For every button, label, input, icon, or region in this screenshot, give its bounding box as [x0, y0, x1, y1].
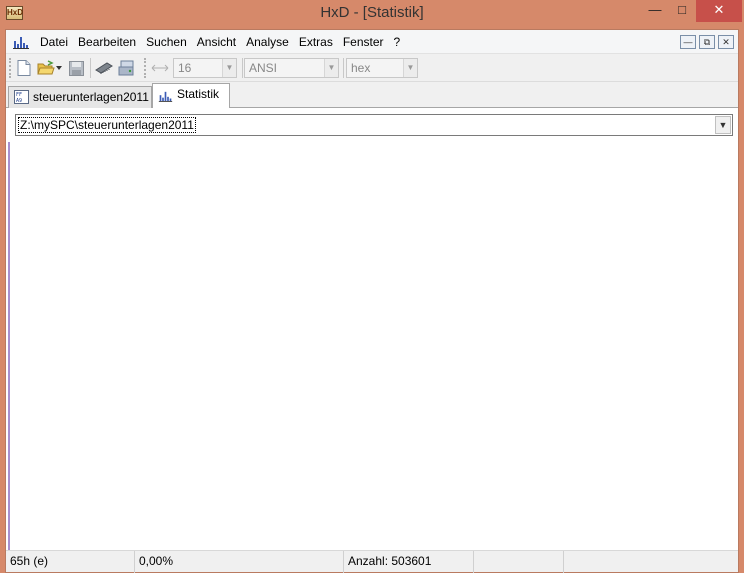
status-byte: 65h (e) — [6, 551, 135, 573]
chevron-down-icon[interactable]: ▼ — [715, 116, 731, 134]
minimize-button[interactable]: — — [642, 0, 668, 22]
document-tabs: FF A9 steuerunterlagen2011 Statistik — [6, 82, 738, 109]
status-empty-1 — [474, 551, 564, 573]
status-empty-2 — [564, 551, 738, 573]
toolbar-separator — [242, 58, 243, 78]
chevron-down-icon: ▼ — [222, 59, 236, 77]
tab-steuerunterlagen2011[interactable]: FF A9 steuerunterlagen2011 — [8, 86, 152, 108]
maximize-button[interactable]: □ — [668, 0, 696, 22]
hxd-window: HxD HxD - [Statistik] — □ ✕ Datei Bearbe… — [0, 0, 744, 573]
bytes-per-row-value: 16 — [178, 61, 192, 75]
close-button[interactable]: ✕ — [696, 0, 742, 22]
mdi-minimize-button[interactable]: — — [680, 35, 696, 49]
bytes-per-row-icon-button — [150, 58, 170, 78]
save-button[interactable] — [66, 58, 86, 78]
offset-base-select[interactable]: hex ▼ — [346, 58, 418, 78]
bytes-per-row-select[interactable]: 16 ▼ — [173, 58, 237, 78]
open-ram-button[interactable] — [94, 58, 114, 78]
statistics-chart-icon[interactable] — [12, 35, 30, 49]
chevron-down-icon — [56, 66, 62, 70]
status-count: Anzahl: 503601 — [344, 551, 474, 573]
toolbar-separator — [343, 58, 344, 78]
mdi-restore-button[interactable]: ⧉ — [699, 35, 715, 49]
open-file-button[interactable] — [36, 58, 56, 78]
status-bar: 65h (e) 0,00% Anzahl: 503601 — [6, 550, 738, 573]
toolbar-separator — [90, 58, 91, 78]
menu-help[interactable]: ? — [389, 35, 406, 49]
statistics-panel: Z:\mySPC\steuerunterlagen2011 ▼ — [6, 108, 738, 550]
menu-analyse[interactable]: Analyse — [241, 35, 294, 49]
open-folder-icon — [37, 60, 55, 75]
menu-items: Datei Bearbeiten Suchen Ansicht Analyse … — [35, 35, 405, 49]
toolbar-grip[interactable] — [144, 58, 147, 78]
window-title: HxD - [Statistik] — [320, 4, 424, 21]
new-file-icon — [17, 60, 31, 76]
new-file-button[interactable] — [14, 58, 34, 78]
statistics-chart-icon — [158, 91, 173, 102]
menu-extras[interactable]: Extras — [294, 35, 338, 49]
toolbar: 16 ▼ ANSI ▼ hex ▼ — [6, 54, 738, 82]
chart-left-border — [8, 142, 10, 550]
column-width-icon — [151, 64, 169, 72]
chevron-down-icon: ▼ — [403, 59, 417, 77]
memory-chip-icon — [95, 62, 113, 74]
mdi-window-controls: — ⧉ ✕ — [680, 35, 734, 49]
client-area: Datei Bearbeiten Suchen Ansicht Analyse … — [5, 29, 739, 573]
save-disk-icon — [68, 60, 84, 76]
open-dropdown-button[interactable] — [54, 58, 64, 78]
toolbar-grip[interactable] — [9, 58, 12, 78]
hex-file-icon: FF A9 — [14, 90, 29, 104]
menu-fenster[interactable]: Fenster — [338, 35, 389, 49]
disk-drive-icon — [118, 60, 134, 76]
title-bar[interactable]: HxD HxD - [Statistik] — □ ✕ — [0, 0, 744, 28]
menu-bar: Datei Bearbeiten Suchen Ansicht Analyse … — [6, 30, 738, 54]
file-path-value: Z:\mySPC\steuerunterlagen2011 — [18, 117, 196, 133]
charset-value: ANSI — [249, 61, 278, 75]
menu-suchen[interactable]: Suchen — [141, 35, 192, 49]
tab-label: Statistik — [177, 87, 220, 101]
menu-bearbeiten[interactable]: Bearbeiten — [73, 35, 141, 49]
svg-text:A9: A9 — [16, 98, 22, 104]
tab-statistik[interactable]: Statistik — [152, 83, 230, 109]
menu-ansicht[interactable]: Ansicht — [192, 35, 241, 49]
open-disk-button[interactable] — [117, 58, 137, 78]
mdi-close-button[interactable]: ✕ — [718, 35, 734, 49]
status-percent: 0,00% — [135, 551, 344, 573]
chevron-down-icon: ▼ — [324, 59, 338, 77]
charset-select[interactable]: ANSI ▼ — [244, 58, 339, 78]
offset-base-value: hex — [351, 61, 371, 75]
menu-datei[interactable]: Datei — [35, 35, 73, 49]
tab-label: steuerunterlagen2011 — [33, 90, 149, 104]
file-path-select[interactable]: Z:\mySPC\steuerunterlagen2011 ▼ — [15, 114, 733, 136]
